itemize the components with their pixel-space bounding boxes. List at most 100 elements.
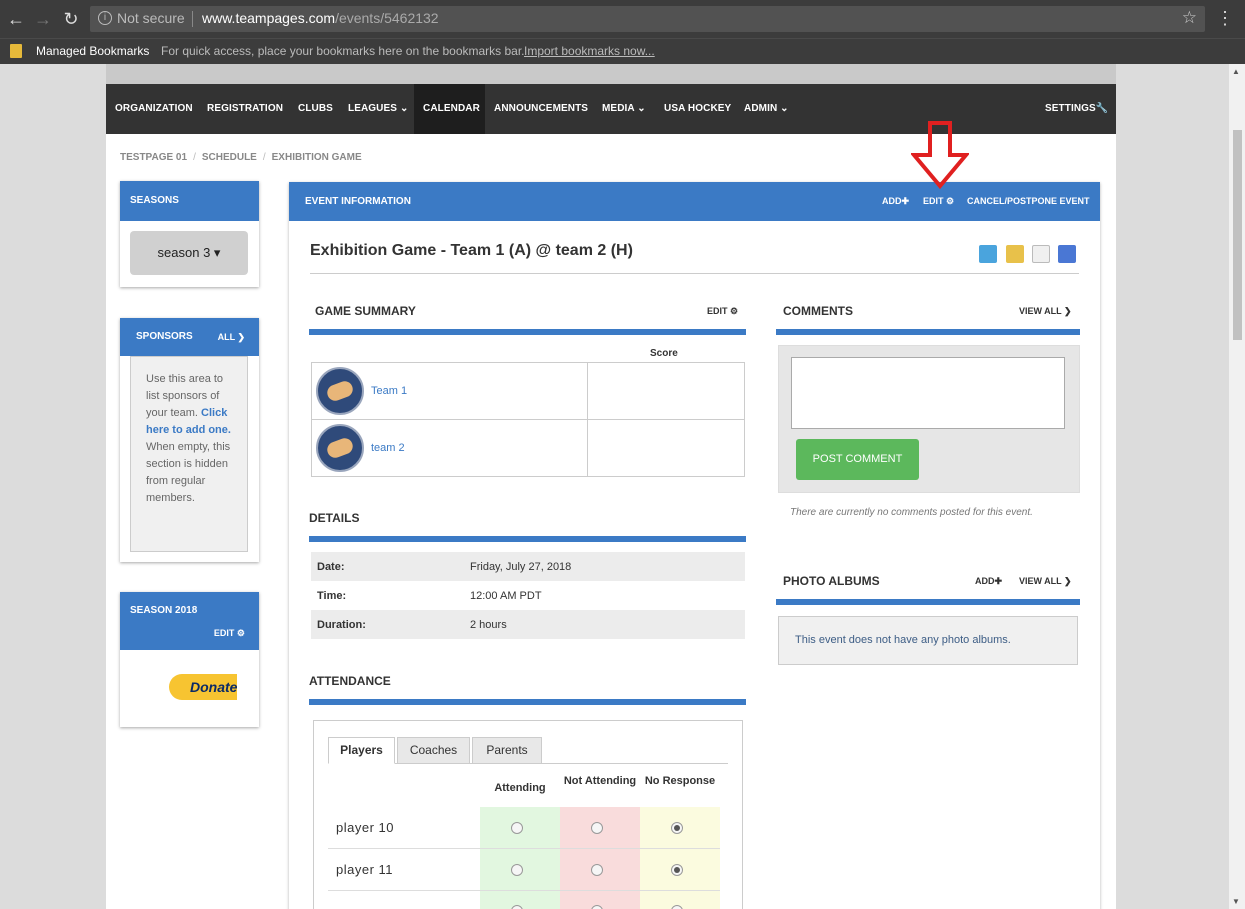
not-attending-radio[interactable] bbox=[591, 905, 603, 909]
detail-row-date: Date: Friday, July 27, 2018 bbox=[311, 552, 745, 581]
nav-organization[interactable]: ORGANIZATION bbox=[115, 103, 193, 114]
detail-label: Time: bbox=[317, 590, 347, 602]
info-icon[interactable]: i bbox=[98, 11, 112, 25]
add-event-button[interactable]: ADD✚ bbox=[882, 196, 909, 207]
attendance-box: Players Coaches Parents Attending Not At… bbox=[313, 720, 743, 909]
comment-textarea[interactable] bbox=[791, 357, 1065, 429]
managed-bookmarks[interactable]: Managed Bookmarks bbox=[36, 44, 149, 58]
cancel-postpone-button[interactable]: CANCEL/POSTPONE EVENT bbox=[967, 196, 1090, 206]
breadcrumb-testpage[interactable]: TESTPAGE 01 bbox=[120, 152, 187, 163]
photo-albums-bar bbox=[776, 599, 1080, 605]
sponsors-all-link[interactable]: ALL ❯ bbox=[218, 318, 245, 356]
event-panel: EVENT INFORMATION ADD✚ EDIT ⚙ CANCEL/POS… bbox=[289, 182, 1100, 909]
breadcrumb-divider: / bbox=[193, 152, 196, 163]
nav-admin[interactable]: ADMIN ⌄ bbox=[744, 103, 789, 114]
team-link[interactable]: Team 1 bbox=[371, 385, 407, 397]
page-container: ORGANIZATION REGISTRATION CLUBS LEAGUES … bbox=[106, 84, 1116, 909]
season-2018-edit[interactable]: EDIT ⚙ bbox=[214, 628, 245, 639]
breadcrumb: TESTPAGE 01 / SCHEDULE / EXHIBITION GAME bbox=[120, 152, 362, 163]
no-response-radio[interactable] bbox=[671, 864, 683, 876]
nav-media-label: MEDIA bbox=[602, 103, 635, 114]
twitter-icon[interactable] bbox=[979, 245, 997, 263]
post-comment-button[interactable]: POST COMMENT bbox=[796, 439, 919, 480]
import-bookmarks-link[interactable]: Import bookmarks now... bbox=[524, 44, 655, 58]
breadcrumb-schedule[interactable]: SCHEDULE bbox=[202, 152, 257, 163]
chevron-down-icon: ⌄ bbox=[637, 103, 646, 114]
sponsors-all-label: ALL bbox=[217, 332, 235, 342]
details-title: DETAILS bbox=[309, 511, 360, 525]
folder-icon bbox=[10, 44, 22, 58]
page-viewport: ORGANIZATION REGISTRATION CLUBS LEAGUES … bbox=[0, 64, 1229, 909]
nav-usa-hockey[interactable]: USA HOCKEY bbox=[664, 103, 731, 114]
player-row-partial bbox=[328, 891, 720, 909]
not-attending-radio[interactable] bbox=[591, 822, 603, 834]
chevron-right-icon: ❯ bbox=[237, 332, 245, 342]
no-response-radio[interactable] bbox=[671, 822, 683, 834]
nav-registration[interactable]: REGISTRATION bbox=[207, 103, 283, 114]
not-attending-radio[interactable] bbox=[591, 864, 603, 876]
no-response-radio[interactable] bbox=[671, 905, 683, 909]
edit-event-button[interactable]: EDIT ⚙ bbox=[923, 196, 954, 207]
detail-label: Duration: bbox=[317, 619, 366, 631]
nav-leagues[interactable]: LEAGUES ⌄ bbox=[348, 103, 408, 114]
gear-icon: ⚙ bbox=[236, 628, 245, 638]
bookmark-star-icon[interactable]: ☆ bbox=[1182, 8, 1197, 28]
sponsors-text-2: When empty, this section is hidden from … bbox=[146, 441, 231, 504]
detail-row-duration: Duration: 2 hours bbox=[311, 610, 745, 639]
browser-menu-icon[interactable]: ⋮ bbox=[1216, 8, 1234, 29]
reload-icon[interactable]: ↻ bbox=[61, 9, 81, 29]
detail-label: Date: bbox=[317, 561, 345, 573]
url-path: /events/5462132 bbox=[335, 10, 439, 26]
tab-parents[interactable]: Parents bbox=[472, 737, 542, 764]
attending-radio[interactable] bbox=[511, 864, 523, 876]
detail-row-time: Time: 12:00 AM PDT bbox=[311, 581, 745, 610]
google-calendar-icon[interactable] bbox=[1058, 245, 1076, 263]
address-bar[interactable]: i Not secure www.teampages.com/events/54… bbox=[90, 6, 1205, 32]
page-scrollbar[interactable]: ▲ ▼ bbox=[1229, 64, 1245, 909]
photo-albums-add[interactable]: ADD✚ bbox=[975, 576, 1002, 587]
tab-coaches[interactable]: Coaches bbox=[397, 737, 470, 764]
nav-announcements[interactable]: ANNOUNCEMENTS bbox=[494, 103, 588, 114]
scroll-down-icon[interactable]: ▼ bbox=[1232, 897, 1240, 906]
chevron-down-icon: ⌄ bbox=[399, 103, 409, 114]
game-summary-bar bbox=[309, 329, 746, 335]
table-row: Team 1 bbox=[312, 363, 744, 420]
omnibox-separator bbox=[192, 11, 193, 27]
scroll-up-icon[interactable]: ▲ bbox=[1232, 67, 1240, 76]
tab-players[interactable]: Players bbox=[328, 737, 395, 764]
attending-radio[interactable] bbox=[511, 822, 523, 834]
nav-calendar[interactable]: CALENDAR bbox=[423, 103, 480, 114]
comment-form: POST COMMENT bbox=[778, 345, 1080, 493]
seasons-title: SEASONS bbox=[120, 181, 259, 221]
photo-albums-view-all-label: VIEW ALL bbox=[1019, 576, 1062, 586]
calendar-icon[interactable] bbox=[1032, 245, 1050, 263]
attendance-bar bbox=[309, 699, 746, 705]
season-dropdown[interactable]: season 3 ▾ bbox=[130, 231, 248, 275]
donate-button[interactable]: Donate bbox=[169, 674, 237, 700]
nav-leagues-label: LEAGUES bbox=[348, 103, 398, 114]
bookmarks-hint: For quick access, place your bookmarks h… bbox=[161, 44, 525, 58]
title-divider bbox=[310, 273, 1079, 274]
comments-view-all[interactable]: VIEW ALL ❯ bbox=[1019, 306, 1072, 317]
forward-arrow-icon[interactable]: → bbox=[33, 9, 53, 29]
bookmarks-bar: Managed Bookmarks For quick access, plac… bbox=[0, 38, 1245, 64]
scroll-thumb[interactable] bbox=[1233, 130, 1242, 340]
page-banner bbox=[106, 64, 1116, 84]
season-selected: season 3 bbox=[157, 245, 211, 260]
team-logo bbox=[316, 424, 364, 472]
comments-view-all-label: VIEW ALL bbox=[1019, 306, 1062, 316]
outlook-icon[interactable] bbox=[1006, 245, 1024, 263]
photo-albums-view-all[interactable]: VIEW ALL ❯ bbox=[1019, 576, 1072, 587]
nav-clubs[interactable]: CLUBS bbox=[298, 103, 333, 114]
nav-settings[interactable]: SETTINGS🔧 bbox=[1045, 103, 1108, 114]
nav-media[interactable]: MEDIA ⌄ bbox=[602, 103, 646, 114]
attending-radio[interactable] bbox=[511, 905, 523, 909]
score-cell-divider bbox=[587, 363, 588, 420]
no-photo-albums: This event does not have any photo album… bbox=[778, 616, 1078, 665]
sponsors-panel: SPONSORS ALL ❯ Use this area to list spo… bbox=[120, 318, 259, 562]
url-text[interactable]: www.teampages.com/events/5462132 bbox=[202, 10, 439, 26]
back-arrow-icon[interactable]: ← bbox=[6, 9, 26, 29]
game-summary-edit[interactable]: EDIT ⚙ bbox=[707, 306, 738, 317]
team-link[interactable]: team 2 bbox=[371, 442, 405, 454]
chevron-right-icon: ❯ bbox=[1064, 306, 1072, 316]
